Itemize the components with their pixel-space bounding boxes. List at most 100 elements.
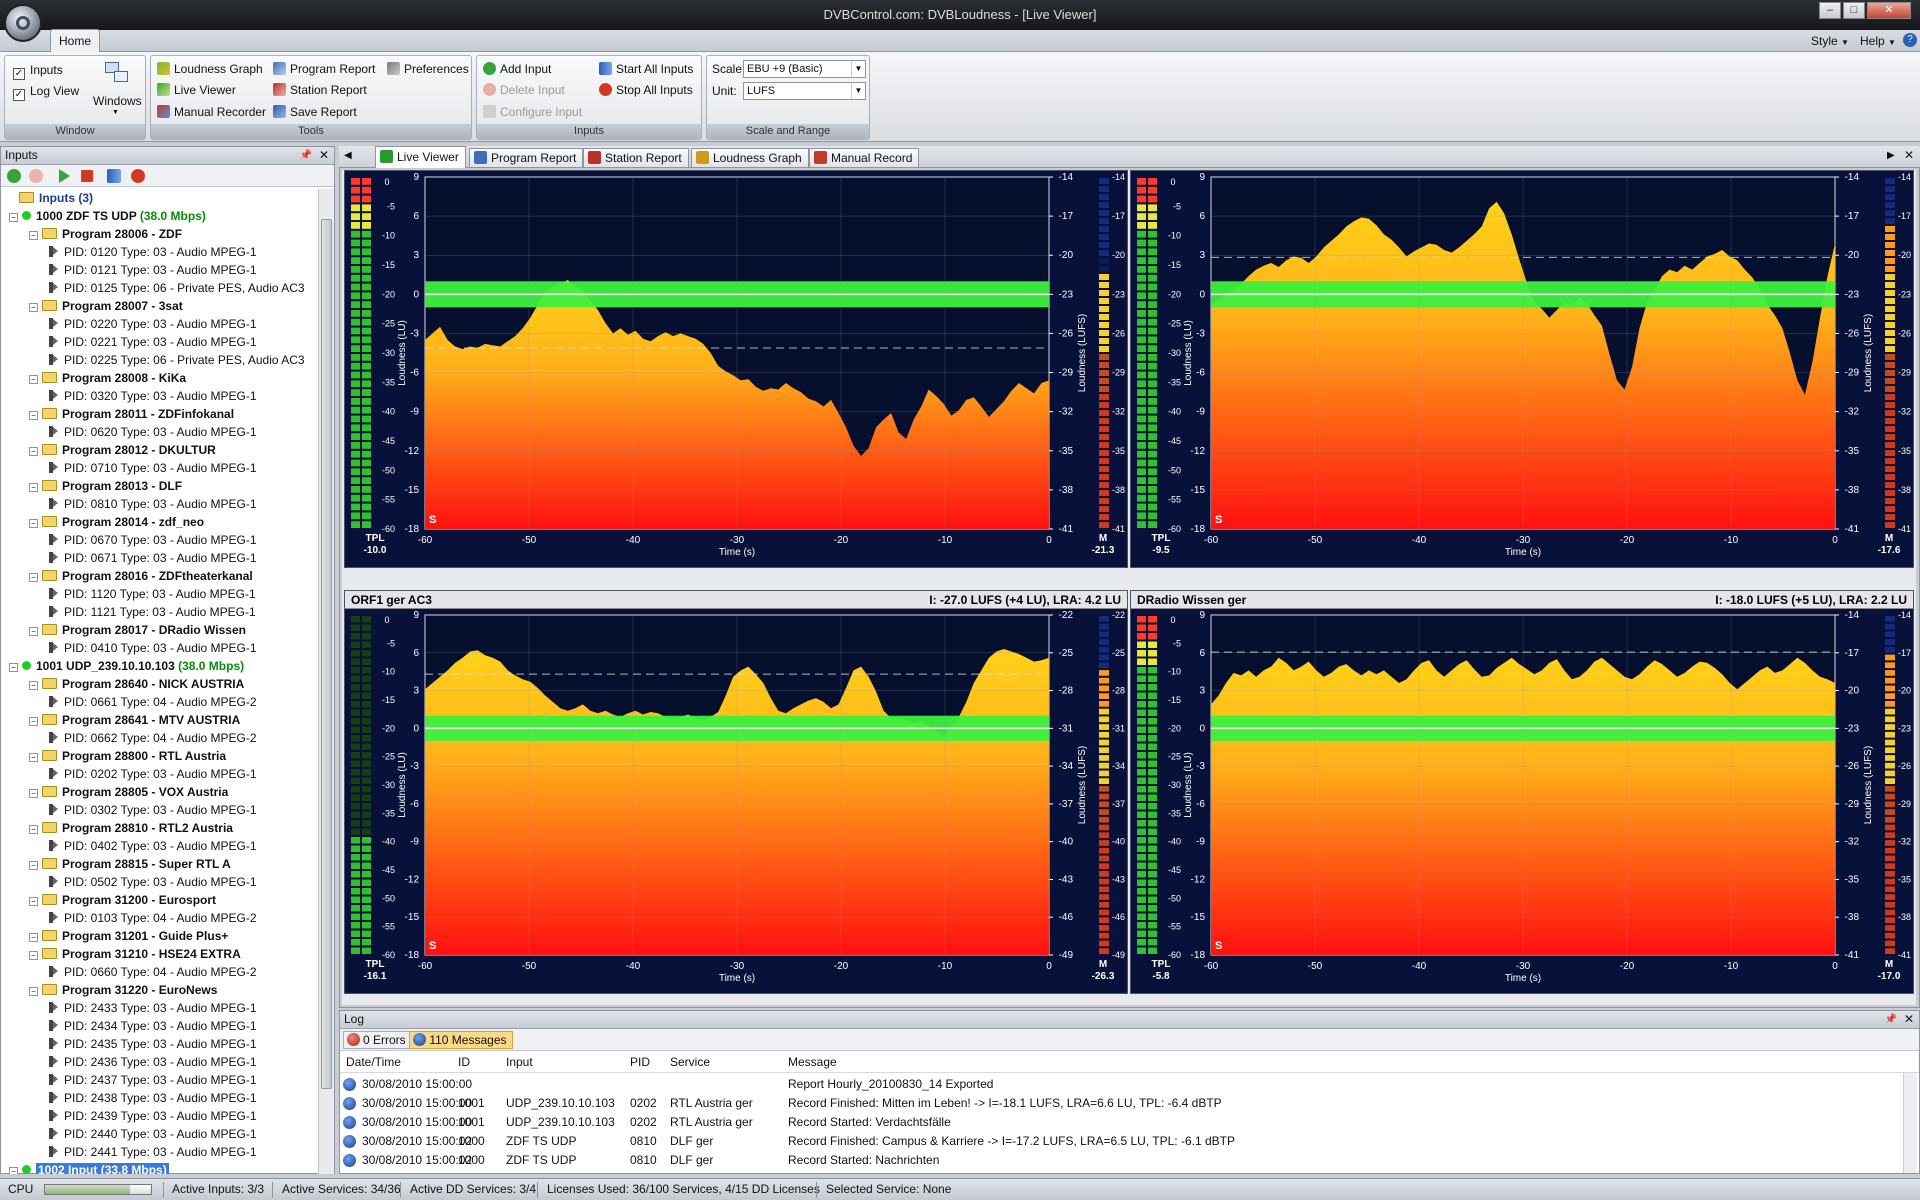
collapse-icon[interactable]: − bbox=[29, 987, 38, 996]
loudness-graph-button[interactable]: Loudness Graph bbox=[157, 60, 263, 78]
tree-pid[interactable]: PID: 0662 Type: 04 - Audio MPEG-2 bbox=[49, 729, 257, 747]
start-all-inputs-button[interactable]: Start All Inputs bbox=[599, 60, 693, 78]
log-column-header[interactable]: ID bbox=[458, 1051, 470, 1073]
close-icon[interactable]: ✕ bbox=[1904, 148, 1914, 162]
collapse-icon[interactable]: − bbox=[29, 447, 38, 456]
tree-pid[interactable]: PID: 0221 Type: 03 - Audio MPEG-1 bbox=[49, 333, 257, 351]
tree-pid[interactable]: PID: 2438 Type: 03 - Audio MPEG-1 bbox=[49, 1089, 257, 1107]
tab-scroll-right-icon[interactable]: ▶ bbox=[1887, 150, 1895, 161]
add-icon[interactable] bbox=[7, 169, 21, 183]
tree-pid[interactable]: PID: 0202 Type: 03 - Audio MPEG-1 bbox=[49, 765, 257, 783]
collapse-icon[interactable]: − bbox=[29, 861, 38, 870]
tree-program[interactable]: − Program 28641 - MTV AUSTRIA bbox=[29, 711, 240, 729]
tree-input[interactable]: − 1000 ZDF TS UDP (38.0 Mbps) bbox=[9, 207, 206, 225]
stop-all-icon[interactable] bbox=[131, 169, 145, 183]
tab-program-report[interactable]: Program Report bbox=[469, 148, 584, 167]
tree-pid[interactable]: PID: 2434 Type: 03 - Audio MPEG-1 bbox=[49, 1017, 257, 1035]
tree-program[interactable]: − Program 28007 - 3sat bbox=[29, 297, 183, 315]
unit-select[interactable]: LUFS ▼ bbox=[743, 82, 866, 100]
tree-program[interactable]: − Program 28011 - ZDFinfokanal bbox=[29, 405, 234, 423]
tree-pid[interactable]: PID: 0302 Type: 03 - Audio MPEG-1 bbox=[49, 801, 257, 819]
tree-pid[interactable]: PID: 0120 Type: 03 - Audio MPEG-1 bbox=[49, 243, 257, 261]
tab-scroll-left-icon[interactable]: ◀ bbox=[344, 150, 352, 161]
tree-pid[interactable]: PID: 2433 Type: 03 - Audio MPEG-1 bbox=[49, 999, 257, 1017]
play-icon[interactable] bbox=[59, 169, 70, 183]
delete-icon[interactable] bbox=[29, 169, 43, 183]
tab-home[interactable]: Home bbox=[50, 29, 100, 53]
collapse-icon[interactable]: − bbox=[29, 753, 38, 762]
tree-pid[interactable]: PID: 1121 Type: 03 - Audio MPEG-1 bbox=[49, 603, 256, 621]
style-menu[interactable]: Style ▼ bbox=[1811, 34, 1849, 48]
messages-tab[interactable]: 110 Messages bbox=[409, 1031, 513, 1049]
tree-pid[interactable]: PID: 0670 Type: 03 - Audio MPEG-1 bbox=[49, 531, 257, 549]
collapse-icon[interactable]: − bbox=[29, 951, 38, 960]
tree-pid[interactable]: PID: 0502 Type: 03 - Audio MPEG-1 bbox=[49, 873, 257, 891]
log-column-header[interactable]: Message bbox=[788, 1051, 837, 1073]
maximize-button[interactable]: □ bbox=[1843, 2, 1865, 19]
tree-pid[interactable]: PID: 2439 Type: 03 - Audio MPEG-1 bbox=[49, 1107, 257, 1125]
collapse-icon[interactable]: − bbox=[29, 303, 38, 312]
station-report-button[interactable]: Station Report bbox=[273, 81, 367, 99]
tab-loudness-graph[interactable]: Loudness Graph bbox=[691, 148, 809, 167]
program-report-button[interactable]: Program Report bbox=[273, 60, 375, 78]
delete-input-button[interactable]: Delete Input bbox=[483, 81, 565, 99]
tree-pid[interactable]: PID: 2435 Type: 03 - Audio MPEG-1 bbox=[49, 1035, 257, 1053]
tree-pid[interactable]: PID: 2436 Type: 03 - Audio MPEG-1 bbox=[49, 1053, 257, 1071]
tree-pid[interactable]: PID: 0661 Type: 04 - Audio MPEG-2 bbox=[49, 693, 257, 711]
stop-icon[interactable] bbox=[81, 170, 93, 182]
log-column-header[interactable]: Input bbox=[506, 1051, 533, 1073]
log-column-header[interactable]: Service bbox=[670, 1051, 710, 1073]
add-input-button[interactable]: Add Input bbox=[483, 60, 551, 78]
tree-pid[interactable]: PID: 0320 Type: 03 - Audio MPEG-1 bbox=[49, 387, 257, 405]
tree-program[interactable]: − Program 31210 - HSE24 EXTRA bbox=[29, 945, 241, 963]
tree-pid[interactable]: PID: 0103 Type: 04 - Audio MPEG-2 bbox=[49, 909, 257, 927]
collapse-icon[interactable]: − bbox=[29, 825, 38, 834]
log-column-header[interactable]: Date/Time bbox=[346, 1051, 401, 1073]
tree-pid[interactable]: PID: 1120 Type: 03 - Audio MPEG-1 bbox=[49, 585, 256, 603]
tree-program[interactable]: − Program 28013 - DLF bbox=[29, 477, 182, 495]
minimize-button[interactable]: – bbox=[1819, 2, 1841, 19]
manual-recorder-button[interactable]: Manual Recorder bbox=[157, 103, 266, 121]
tree-program[interactable]: − Program 31200 - Eurosport bbox=[29, 891, 216, 909]
collapse-icon[interactable]: − bbox=[9, 213, 18, 222]
close-icon[interactable]: ✕ bbox=[1904, 1011, 1914, 1028]
tree-input[interactable]: − 1001 UDP_239.10.10.103 (38.0 Mbps) bbox=[9, 657, 244, 675]
collapse-icon[interactable]: − bbox=[29, 483, 38, 492]
tree-pid[interactable]: PID: 0710 Type: 03 - Audio MPEG-1 bbox=[49, 459, 257, 477]
collapse-icon[interactable]: − bbox=[29, 375, 38, 384]
help-menu[interactable]: Help ▼ bbox=[1860, 34, 1896, 48]
tree-pid[interactable]: PID: 0410 Type: 03 - Audio MPEG-1 bbox=[49, 639, 257, 657]
tree-pid[interactable]: PID: 0225 Type: 06 - Private PES, Audio … bbox=[49, 351, 305, 369]
pin-icon[interactable]: 📌 bbox=[300, 147, 312, 164]
log-scrollbar[interactable] bbox=[1903, 1073, 1917, 1173]
collapse-icon[interactable]: − bbox=[29, 627, 38, 636]
log-view-checkbox[interactable]: ✓ Log View bbox=[13, 82, 79, 101]
collapse-icon[interactable]: − bbox=[9, 1167, 18, 1174]
tree-program[interactable]: − Program 31220 - EuroNews bbox=[29, 981, 217, 999]
live-viewer-button[interactable]: Live Viewer bbox=[157, 81, 236, 99]
pin-icon[interactable]: 📌 bbox=[1885, 1011, 1897, 1028]
tree-program[interactable]: − Program 28800 - RTL Austria bbox=[29, 747, 226, 765]
app-menu-orb-icon[interactable] bbox=[4, 4, 42, 42]
tree-pid[interactable]: PID: 2437 Type: 03 - Audio MPEG-1 bbox=[49, 1071, 257, 1089]
tree-pid[interactable]: PID: 0220 Type: 03 - Audio MPEG-1 bbox=[49, 315, 257, 333]
collapse-icon[interactable]: − bbox=[29, 231, 38, 240]
tree-program[interactable]: − Program 28012 - DKULTUR bbox=[29, 441, 216, 459]
log-row[interactable]: 30/08/2010 15:00:00 1001 UDP_239.10.10.103… bbox=[340, 1113, 1919, 1132]
collapse-icon[interactable]: − bbox=[29, 681, 38, 690]
tree-pid[interactable]: PID: 0810 Type: 03 - Audio MPEG-1 bbox=[49, 495, 257, 513]
inputs-scrollbar[interactable] bbox=[318, 189, 334, 1174]
collapse-icon[interactable]: − bbox=[29, 789, 38, 798]
tree-program[interactable]: − Program 28805 - VOX Austria bbox=[29, 783, 228, 801]
collapse-icon[interactable]: − bbox=[29, 933, 38, 942]
log-row[interactable]: 30/08/2010 15:00:00 Report Hourly_2010083… bbox=[340, 1075, 1919, 1094]
log-column-header[interactable]: PID bbox=[630, 1051, 650, 1073]
log-row[interactable]: 30/08/2010 15:00:00 1001 UDP_239.10.10.103… bbox=[340, 1094, 1919, 1113]
tree-pid[interactable]: PID: 0121 Type: 03 - Audio MPEG-1 bbox=[49, 261, 257, 279]
stop-all-inputs-button[interactable]: Stop All Inputs bbox=[599, 81, 693, 99]
collapse-icon[interactable]: − bbox=[29, 717, 38, 726]
tree-pid[interactable]: PID: 0660 Type: 04 - Audio MPEG-2 bbox=[49, 963, 257, 981]
collapse-icon[interactable]: − bbox=[9, 663, 18, 672]
tree-root[interactable]: Inputs (3) bbox=[19, 189, 93, 207]
tree-pid[interactable]: PID: 2440 Type: 03 - Audio MPEG-1 bbox=[49, 1125, 257, 1143]
